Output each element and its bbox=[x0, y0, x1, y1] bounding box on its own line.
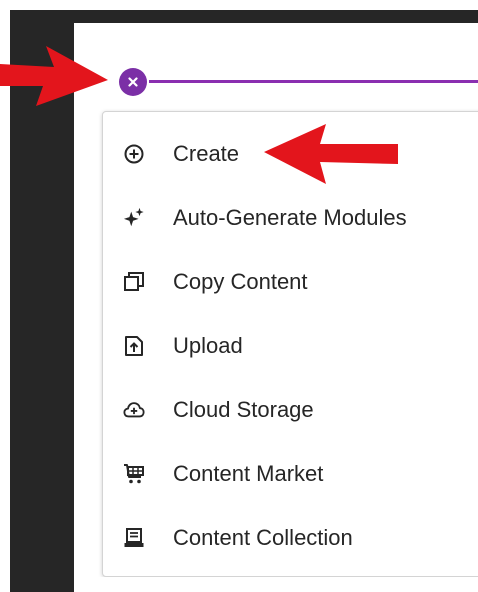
menu-item-cloud-storage[interactable]: Cloud Storage bbox=[103, 380, 478, 440]
menu-item-label: Content Collection bbox=[173, 525, 353, 550]
menu-item-content-collection[interactable]: Content Collection bbox=[103, 508, 478, 568]
top-bar bbox=[74, 10, 478, 23]
menu-item-upload[interactable]: Upload bbox=[103, 316, 478, 376]
close-button[interactable] bbox=[119, 68, 147, 96]
menu-item-label: Auto-Generate Modules bbox=[173, 205, 407, 230]
cart-icon bbox=[123, 463, 145, 485]
menu-item-label: Cloud Storage bbox=[173, 397, 314, 422]
menu-item-auto-generate-modules[interactable]: Auto-Generate Modules bbox=[103, 188, 478, 248]
sparkle-icon bbox=[123, 207, 145, 229]
menu-item-label: Upload bbox=[173, 333, 243, 358]
copy-icon bbox=[123, 271, 145, 293]
cloud-plus-icon bbox=[123, 399, 145, 421]
menu-item-content-market[interactable]: Content Market bbox=[103, 444, 478, 504]
bottom-strip bbox=[74, 577, 478, 592]
menu-item-label: Create bbox=[173, 141, 240, 166]
annotation-arrow-left bbox=[0, 46, 108, 106]
close-icon bbox=[128, 77, 138, 87]
menu-item-label: Content Market bbox=[173, 461, 324, 486]
plus-circle-icon bbox=[123, 143, 145, 165]
menu-item-label: Copy Content bbox=[173, 269, 308, 294]
add-content-divider-line bbox=[149, 80, 478, 83]
top-border bbox=[0, 0, 478, 10]
annotation-arrow-create bbox=[264, 124, 398, 184]
collection-icon bbox=[123, 527, 145, 549]
menu-item-copy-content[interactable]: Copy Content bbox=[103, 252, 478, 312]
upload-icon bbox=[123, 335, 145, 357]
